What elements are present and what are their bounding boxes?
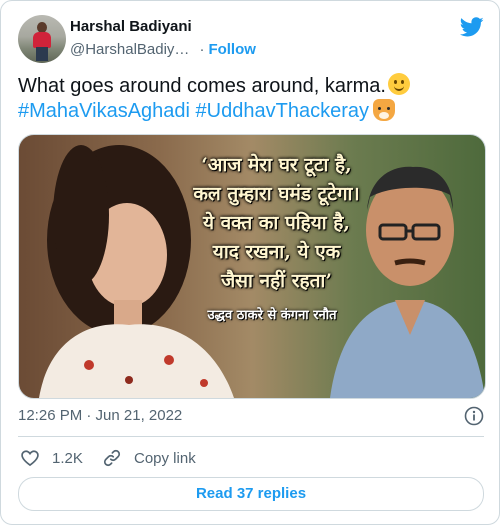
twitter-bird-icon[interactable] xyxy=(460,15,484,39)
quote-line: कल तुम्हारा घमंड टूटेगा। xyxy=(193,183,360,205)
display-name[interactable]: Harshal Badiyani xyxy=(70,17,256,37)
quote-line: ये वक्त का पहिया है, xyxy=(202,212,351,234)
handle-row: @HarshalBadiy… · Follow xyxy=(70,40,256,60)
tweet-body: What goes around comes around, karma. xyxy=(18,75,386,97)
quote-line: जैसा नहीं रहता’ xyxy=(221,270,332,292)
avatar[interactable] xyxy=(18,15,66,63)
tiger-face-icon xyxy=(372,99,395,121)
copy-link-button[interactable]: Copy link xyxy=(102,446,196,470)
heart-icon xyxy=(21,450,39,467)
copy-link-label: Copy link xyxy=(134,449,196,467)
hashtag-mahavikasaghadi[interactable]: #MahaVikasAghadi xyxy=(18,100,190,122)
quote-attribution: उद्धव ठाकरे से कंगना रनौत xyxy=(207,308,337,323)
quote-text: ‘आज मेरा घर टूटा है, कल तुम्हारा घमंड टू… xyxy=(169,151,384,296)
tweet-text-line-2: #MahaVikasAghadi #UddhavThackeray xyxy=(18,99,484,124)
like-count: 1.2K xyxy=(52,449,83,467)
tweet-media-image[interactable]: ‘आज मेरा घर टूटा है, कल तुम्हारा घमंड टू… xyxy=(18,134,486,399)
quote-line: याद रखना, ये एक xyxy=(212,241,341,263)
info-icon[interactable] xyxy=(464,406,484,426)
follow-button[interactable]: Follow xyxy=(208,41,256,58)
handle[interactable]: @HarshalBadiy… xyxy=(70,41,189,58)
tweet-card: Harshal Badiyani @HarshalBadiy… · Follow W… xyxy=(0,0,500,525)
read-replies-button[interactable]: Read 37 replies xyxy=(18,477,484,511)
hashtag-uddhavthackeray[interactable]: #UddhavThackeray xyxy=(196,100,369,122)
separator-dot: · xyxy=(199,41,205,58)
author-info: Harshal Badiyani @HarshalBadiy… · Follow xyxy=(70,17,256,60)
timestamp[interactable]: 12:26 PM · Jun 21, 2022 xyxy=(18,407,182,424)
tweet-text: What goes around comes around, karma. #M… xyxy=(18,73,484,124)
tweet-meta: 12:26 PM · Jun 21, 2022 xyxy=(18,406,484,426)
divider xyxy=(18,436,484,437)
slightly-smiling-face-icon xyxy=(387,73,410,95)
like-button[interactable]: 1.2K xyxy=(20,446,83,470)
tweet-text-line-1: What goes around comes around, karma. xyxy=(18,73,484,99)
link-icon xyxy=(103,449,121,467)
tweet-header: Harshal Badiyani @HarshalBadiy… · Follow xyxy=(18,15,484,63)
quote-line: ‘आज मेरा घर टूटा है, xyxy=(201,154,352,176)
